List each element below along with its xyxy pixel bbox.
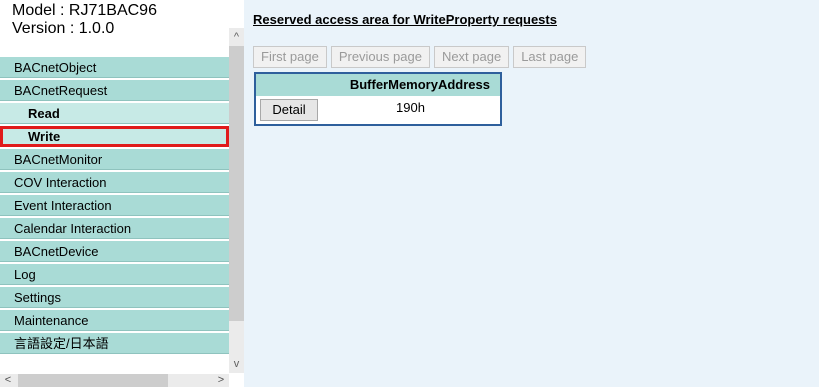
navigation-menu: BACnetObject BACnetRequest Read Write BACnet… — [0, 57, 229, 356]
vertical-scroll-thumb[interactable] — [229, 46, 244, 321]
buffer-address-table: BufferMemoryAddress Detail 190h — [254, 72, 502, 126]
menu-item-cov-interaction[interactable]: COV Interaction — [0, 172, 229, 193]
scroll-right-arrow-icon[interactable]: > — [213, 374, 229, 387]
navigation-frame: Model : RJ71BAC96 Version : 1.0.0 BACnet… — [0, 0, 244, 387]
previous-page-button[interactable]: Previous page — [330, 46, 430, 68]
device-info: Model : RJ71BAC96 Version : 1.0.0 — [12, 2, 227, 38]
last-page-button[interactable]: Last page — [513, 46, 587, 68]
menu-item-log[interactable]: Log — [0, 264, 229, 285]
scroll-up-arrow-icon[interactable]: ^ — [229, 28, 244, 46]
buffer-address-value: 190h — [396, 100, 425, 115]
menu-item-bacnetmonitor[interactable]: BACnetMonitor — [0, 149, 229, 170]
menu-item-calendar-interaction[interactable]: Calendar Interaction — [0, 218, 229, 239]
horizontal-scrollbar[interactable]: < > — [0, 374, 229, 387]
menu-item-read[interactable]: Read — [0, 103, 229, 124]
page-title: Reserved access area for WriteProperty r… — [253, 12, 557, 27]
next-page-button[interactable]: Next page — [433, 46, 510, 68]
pagination-bar: First page Previous page Next page Last … — [253, 46, 587, 68]
first-page-button[interactable]: First page — [253, 46, 327, 68]
column-header-buffer-memory-address: BufferMemoryAddress — [256, 74, 500, 96]
menu-item-language[interactable]: 言語設定/日本語 — [0, 333, 229, 354]
content-frame: Reserved access area for WriteProperty r… — [244, 0, 819, 387]
vertical-scrollbar[interactable]: ^ v — [229, 28, 244, 373]
scroll-down-arrow-icon[interactable]: v — [229, 355, 244, 373]
menu-item-bacnetdevice[interactable]: BACnetDevice — [0, 241, 229, 262]
table-row: Detail 190h — [256, 96, 500, 124]
scroll-left-arrow-icon[interactable]: < — [0, 374, 16, 387]
menu-item-write[interactable]: Write — [0, 126, 229, 147]
menu-item-bacnetrequest[interactable]: BACnetRequest — [0, 80, 229, 101]
menu-item-event-interaction[interactable]: Event Interaction — [0, 195, 229, 216]
menu-item-maintenance[interactable]: Maintenance — [0, 310, 229, 331]
model-label: Model : RJ71BAC96 — [12, 2, 157, 19]
horizontal-scroll-thumb[interactable] — [18, 374, 168, 387]
detail-button[interactable]: Detail — [260, 99, 318, 121]
menu-item-settings[interactable]: Settings — [0, 287, 229, 308]
menu-item-bacnetobject[interactable]: BACnetObject — [0, 57, 229, 78]
version-label: Version : 1.0.0 — [12, 20, 115, 37]
